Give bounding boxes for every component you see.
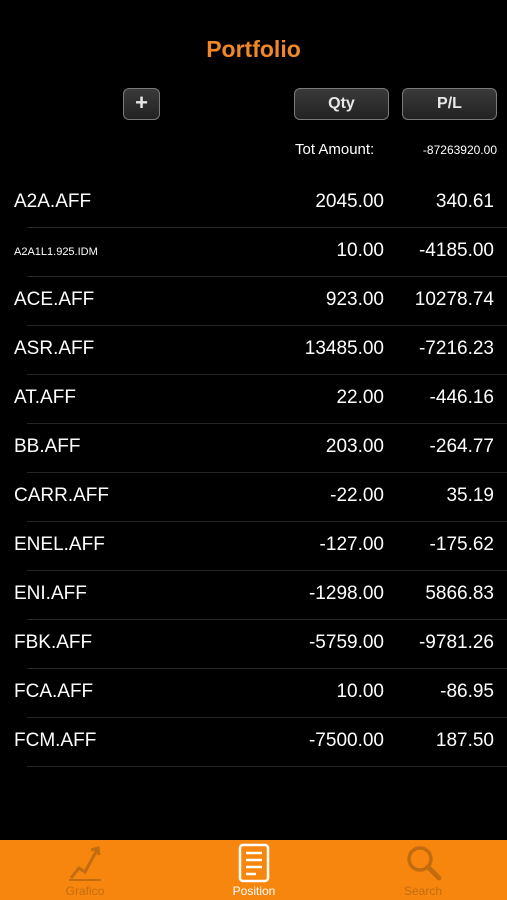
position-row[interactable]: CARR.AFF -22.00 35.19: [0, 473, 507, 522]
position-qty: 2045.00: [315, 191, 384, 212]
position-row[interactable]: A2A1L1.925.IDM 10.00 -4185.00: [0, 228, 507, 277]
position-row[interactable]: BB.AFF 203.00 -264.77: [0, 424, 507, 473]
position-row[interactable]: ENEL.AFF -127.00 -175.62: [0, 522, 507, 571]
position-pl: -264.77: [429, 436, 494, 457]
tab-label: Search: [403, 884, 443, 898]
total-amount-value: -87263920.00: [422, 143, 497, 157]
position-symbol: FCM.AFF: [14, 730, 97, 751]
tab-search[interactable]: Search: [373, 840, 473, 900]
position-row[interactable]: AT.AFF 22.00 -446.16: [0, 375, 507, 424]
position-pl: -175.62: [429, 534, 494, 555]
position-qty: -1298.00: [308, 583, 384, 604]
position-pl: -4185.00: [418, 240, 494, 261]
position-qty: -5759.00: [308, 632, 384, 653]
pl-sort-button[interactable]: P/L: [402, 88, 497, 120]
position-symbol: BB.AFF: [14, 436, 81, 457]
position-row[interactable]: FBK.AFF -5759.00 -9781.26: [0, 620, 507, 669]
position-pl: 10278.74: [414, 289, 494, 310]
position-qty: -22.00: [330, 485, 384, 506]
position-symbol: FCA.AFF: [14, 681, 94, 702]
chart-icon: [69, 846, 101, 881]
position-qty: 10.00: [336, 681, 384, 702]
position-pl: 5866.83: [425, 583, 494, 604]
position-symbol: A2A1L1.925.IDM: [14, 246, 98, 258]
position-symbol: A2A.AFF: [14, 191, 92, 212]
position-row[interactable]: A2A.AFF 2045.00 340.61: [0, 179, 507, 228]
tab-bar: Grafico Position Search: [0, 840, 507, 900]
position-row[interactable]: ENI.AFF -1298.00 5866.83: [0, 571, 507, 620]
position-symbol: AT.AFF: [14, 387, 76, 408]
position-pl: -86.95: [440, 681, 494, 702]
position-row[interactable]: FCA.AFF 10.00 -86.95: [0, 669, 507, 718]
position-qty: 203.00: [325, 436, 384, 457]
position-symbol: ENEL.AFF: [14, 534, 105, 555]
total-amount-label: Tot Amount:: [295, 141, 375, 158]
position-symbol: CARR.AFF: [14, 485, 109, 506]
position-symbol: ENI.AFF: [14, 583, 87, 604]
page-title: Portfolio: [206, 36, 301, 62]
position-symbol: ASR.AFF: [14, 338, 95, 359]
position-pl: -7216.23: [418, 338, 494, 359]
position-symbol: FBK.AFF: [14, 632, 93, 653]
tab-label: Grafico: [65, 884, 105, 898]
position-qty: 13485.00: [304, 338, 384, 359]
position-qty: -7500.00: [308, 730, 384, 751]
tab-position[interactable]: Position: [204, 840, 304, 900]
tab-label: Position: [232, 884, 276, 898]
portfolio-screen: Portfolio + Qty P/L Tot Amount: -8726392…: [0, 0, 507, 900]
position-qty: 10.00: [336, 240, 384, 261]
position-qty: -127.00: [319, 534, 384, 555]
position-pl: -446.16: [429, 387, 494, 408]
position-pl: 35.19: [446, 485, 494, 506]
position-qty: 22.00: [336, 387, 384, 408]
position-symbol: ACE.AFF: [14, 289, 95, 310]
position-pl: 187.50: [435, 730, 494, 751]
position-row[interactable]: ASR.AFF 13485.00 -7216.23: [0, 326, 507, 375]
tab-grafico[interactable]: Grafico: [35, 840, 135, 900]
qty-sort-button[interactable]: Qty: [294, 88, 389, 120]
document-icon: [238, 843, 270, 883]
add-button[interactable]: +: [123, 88, 160, 120]
positions-list: A2A.AFF 2045.00 340.61 A2A1L1.925.IDM 10…: [0, 179, 507, 767]
position-pl: 340.61: [435, 191, 494, 212]
position-row[interactable]: FCM.AFF -7500.00 187.50: [0, 718, 507, 767]
position-qty: 923.00: [325, 289, 384, 310]
position-row[interactable]: ACE.AFF 923.00 10278.74: [0, 277, 507, 326]
position-pl: -9781.26: [418, 632, 494, 653]
search-icon: [407, 846, 442, 881]
